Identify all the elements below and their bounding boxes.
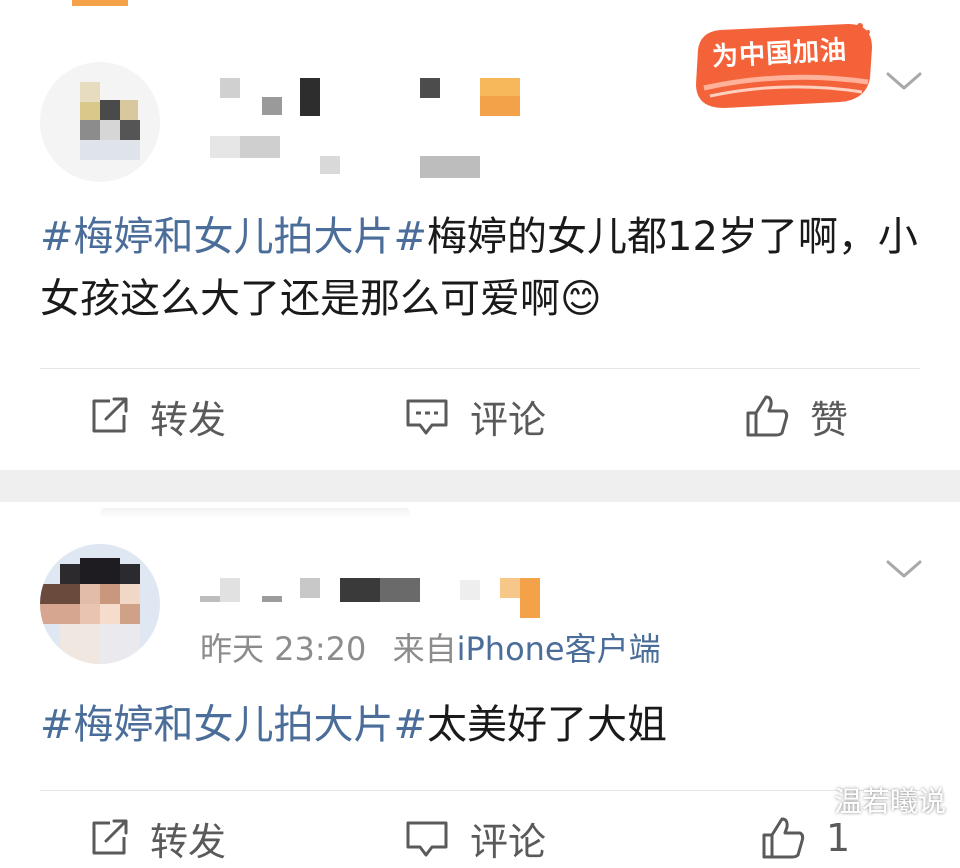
post-card-1: 为中国加油 #梅婷和女儿拍大片#梅婷的女儿都12岁了啊，小女孩这么大了还是那么可… (0, 0, 960, 470)
comment-icon (406, 399, 448, 435)
repost-button[interactable]: 转发 (88, 386, 226, 446)
emoji-icon: 😊 (560, 276, 602, 322)
avatar[interactable] (40, 62, 160, 182)
post-from: 来自 (392, 630, 457, 668)
like-label: 赞 (810, 397, 849, 442)
comment-icon (406, 821, 448, 857)
support-badge-text: 为中国加油 (711, 35, 848, 73)
post-content: #梅婷和女儿拍大片#太美好了大姐 (40, 694, 920, 756)
repost-button[interactable]: 转发 (88, 808, 226, 868)
comment-button[interactable]: 评论 (404, 808, 546, 868)
comment-button[interactable]: 评论 (404, 386, 546, 446)
avatar[interactable] (40, 544, 160, 664)
feed-separator (0, 470, 960, 502)
post-content: #梅婷和女儿拍大片#梅婷的女儿都12岁了啊，小女孩这么大了还是那么可爱啊😊 (40, 206, 920, 330)
repost-icon (92, 397, 128, 433)
topic-link[interactable]: #梅婷和女儿拍大片# (40, 214, 427, 260)
topic-link[interactable]: #梅婷和女儿拍大片# (40, 702, 427, 748)
chevron-down-icon[interactable] (884, 70, 924, 94)
divider (40, 368, 920, 369)
repost-icon (92, 819, 128, 855)
repost-label: 转发 (150, 819, 227, 864)
comment-label: 评论 (470, 397, 547, 442)
comment-label: 评论 (470, 819, 547, 864)
chevron-down-icon[interactable] (884, 558, 924, 582)
like-button[interactable]: 赞 (744, 386, 848, 446)
post-time: 昨天 23:20 (200, 630, 367, 668)
divider (40, 790, 920, 791)
watermark: 温若曦说 (833, 785, 946, 818)
thumbs-up-icon (746, 395, 789, 437)
post-text: 太美好了大姐 (427, 702, 668, 748)
like-count: 1 (826, 816, 851, 860)
post-source-link[interactable]: iPhone客户端 (457, 630, 661, 668)
thumbs-up-icon (762, 817, 805, 859)
repost-label: 转发 (150, 397, 227, 442)
top-image-fragment (72, 0, 128, 6)
post-meta: 昨天 23:20 来自iPhone客户端 (200, 624, 661, 670)
